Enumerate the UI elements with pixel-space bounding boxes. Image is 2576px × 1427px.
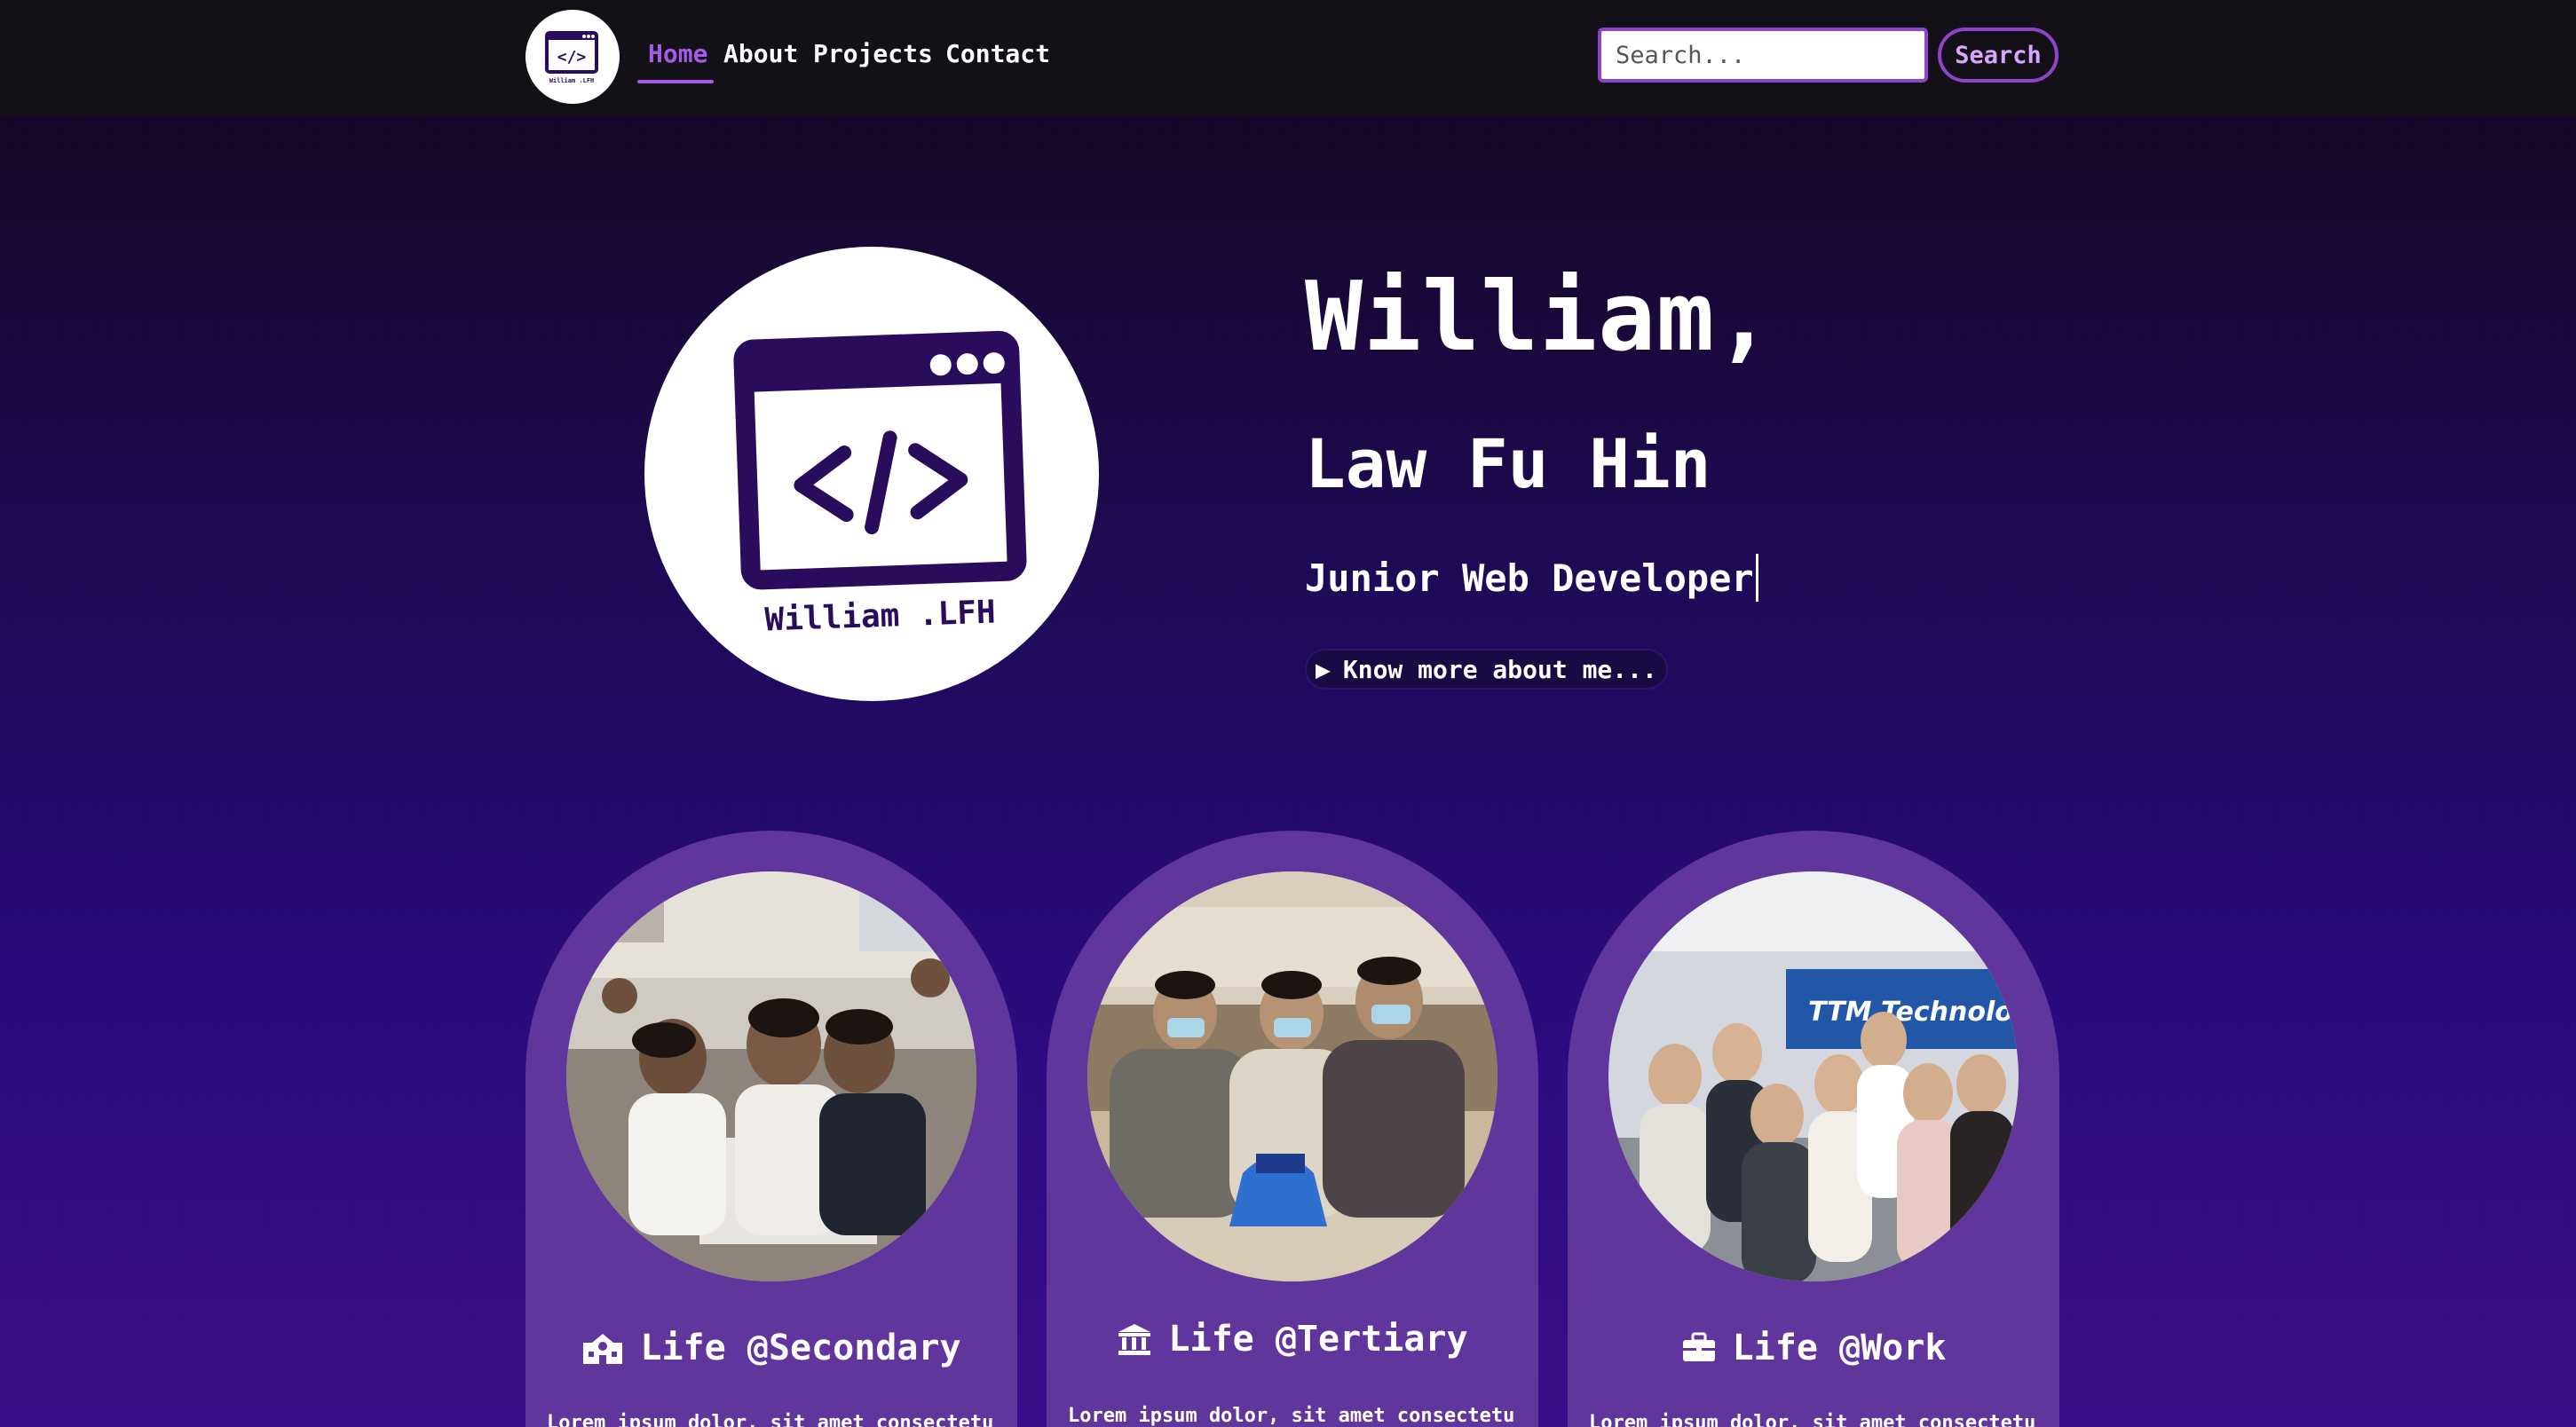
secondary-school-photo bbox=[566, 871, 976, 1281]
know-more-toggle[interactable]: ▶ Know more about me... bbox=[1305, 649, 1668, 690]
briefcase-icon bbox=[1682, 1332, 1715, 1361]
school-icon bbox=[583, 1334, 623, 1364]
search-button[interactable]: Search bbox=[1938, 28, 2058, 83]
logo-text: William .LFH bbox=[764, 594, 996, 638]
card-text-work: Lorem ipsum dolor, sit amet consectetur bbox=[1589, 1412, 2038, 1427]
nav-link-about[interactable]: About bbox=[723, 39, 798, 68]
code-window-icon: </> William .LFH bbox=[545, 31, 598, 84]
company-banner-text: TTM Technologies bbox=[1808, 997, 2019, 1028]
top-navbar: </> William .LFH Home About Projects Con… bbox=[0, 0, 2576, 115]
site-logo[interactable]: </> William .LFH bbox=[525, 10, 620, 104]
search-input[interactable] bbox=[1598, 28, 1928, 83]
card-text-tertiary: Lorem ipsum dolor, sit amet consectetur bbox=[1068, 1405, 1517, 1427]
hero-role: Junior Web Developer bbox=[1305, 554, 1758, 602]
hero-fullname: Law Fu Hin bbox=[1305, 424, 1711, 503]
card-work[interactable]: TTM Technologies bbox=[1568, 831, 2059, 1427]
typing-cursor bbox=[1755, 554, 1758, 602]
hero-name: William, bbox=[1305, 262, 1774, 373]
card-title-work: Life @Work bbox=[1568, 1328, 2059, 1368]
nav-link-contact[interactable]: Contact bbox=[945, 39, 1050, 68]
know-more-label: Know more about me... bbox=[1342, 654, 1657, 684]
card-tertiary[interactable]: Life @Tertiary Lorem ipsum dolor, sit am… bbox=[1047, 831, 1538, 1427]
card-text-secondary: Lorem ipsum dolor, sit amet consectetur bbox=[547, 1412, 996, 1427]
card-title-tertiary: Life @Tertiary bbox=[1047, 1319, 1538, 1360]
work-team-photo: TTM Technologies bbox=[1608, 871, 2019, 1281]
nav-link-projects[interactable]: Projects bbox=[813, 39, 933, 68]
active-nav-indicator bbox=[637, 80, 714, 83]
hero-logo: William .LFH bbox=[644, 247, 1099, 701]
university-icon bbox=[1118, 1324, 1151, 1355]
svg-text:</>: </> bbox=[557, 48, 587, 67]
svg-text:William .LFH: William .LFH bbox=[549, 77, 595, 84]
card-title-secondary: Life @Secondary bbox=[525, 1328, 1017, 1368]
tertiary-college-photo bbox=[1087, 871, 1497, 1281]
role-text: Junior Web Developer bbox=[1305, 556, 1754, 600]
nav-link-home[interactable]: Home bbox=[648, 39, 707, 68]
card-secondary[interactable]: Life @Secondary Lorem ipsum dolor, sit a… bbox=[525, 831, 1017, 1427]
code-window-icon: William .LFH bbox=[733, 330, 1027, 639]
play-triangle-icon: ▶ bbox=[1316, 654, 1331, 684]
